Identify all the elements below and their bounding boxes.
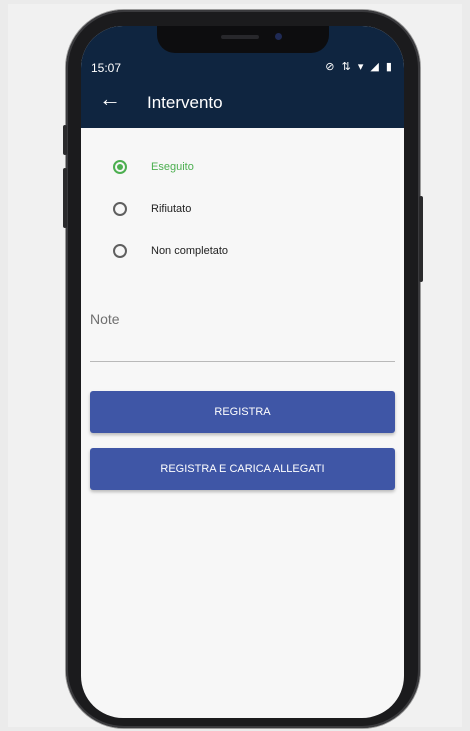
- phone-screen: 15:07 ⊘ ⇅ ▾ ◢ ▮ ← Intervento Eseguito Ri…: [81, 26, 404, 718]
- radio-option-rifiutato[interactable]: Rifiutato: [113, 198, 191, 220]
- app-bar: ← Intervento: [81, 78, 404, 128]
- status-icons: ⊘ ⇅ ▾ ◢ ▮: [325, 61, 394, 73]
- registra-carica-allegati-button[interactable]: REGISTRA E CARICA ALLEGATI: [90, 448, 395, 490]
- note-input-underline[interactable]: [90, 361, 395, 362]
- note-field-label: Note: [90, 311, 120, 327]
- radio-label: Non completato: [151, 245, 229, 257]
- radio-checked-icon[interactable]: [113, 160, 127, 174]
- speaker: [221, 35, 259, 39]
- front-camera: [275, 33, 282, 40]
- volume-down-button: [63, 168, 67, 228]
- status-time: 15:07: [91, 61, 122, 75]
- radio-option-eseguito[interactable]: Eseguito: [113, 156, 194, 178]
- notch: [157, 26, 329, 53]
- radio-label: Eseguito: [151, 161, 194, 173]
- radio-label: Rifiutato: [151, 203, 192, 215]
- registra-button[interactable]: REGISTRA: [90, 391, 395, 433]
- back-arrow-icon[interactable]: ←: [99, 88, 121, 110]
- power-button: [419, 196, 423, 282]
- radio-unchecked-icon[interactable]: [113, 244, 127, 258]
- page-title: Intervento: [147, 93, 223, 112]
- radio-option-non-completato[interactable]: Non completato: [113, 240, 228, 262]
- volume-up-button: [63, 125, 67, 155]
- radio-unchecked-icon[interactable]: [113, 202, 127, 216]
